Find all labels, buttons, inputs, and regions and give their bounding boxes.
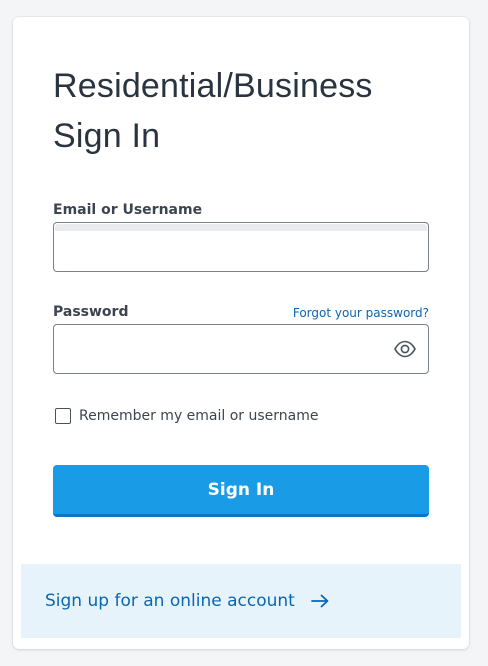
sign-in-card: Residential/Business Sign In Email or Us… [13, 17, 469, 649]
page-title: Residential/Business Sign In [53, 67, 373, 155]
sign-in-button[interactable]: Sign In [53, 465, 429, 517]
email-field[interactable] [54, 223, 428, 271]
eye-icon[interactable] [394, 340, 416, 358]
email-field-container [53, 222, 429, 272]
password-field-container [53, 324, 429, 374]
password-label: Password [53, 304, 129, 320]
remember-me: Remember my email or username [55, 408, 319, 424]
forgot-password-link[interactable]: Forgot your password? [293, 306, 429, 320]
signup-link[interactable]: Sign up for an online account [45, 591, 295, 611]
signup-panel[interactable]: Sign up for an online account [21, 564, 461, 638]
remember-checkbox[interactable] [55, 408, 71, 424]
remember-label[interactable]: Remember my email or username [79, 408, 319, 424]
email-label: Email or Username [53, 202, 203, 218]
arrow-right-icon[interactable] [310, 594, 329, 608]
password-field[interactable] [54, 325, 428, 373]
